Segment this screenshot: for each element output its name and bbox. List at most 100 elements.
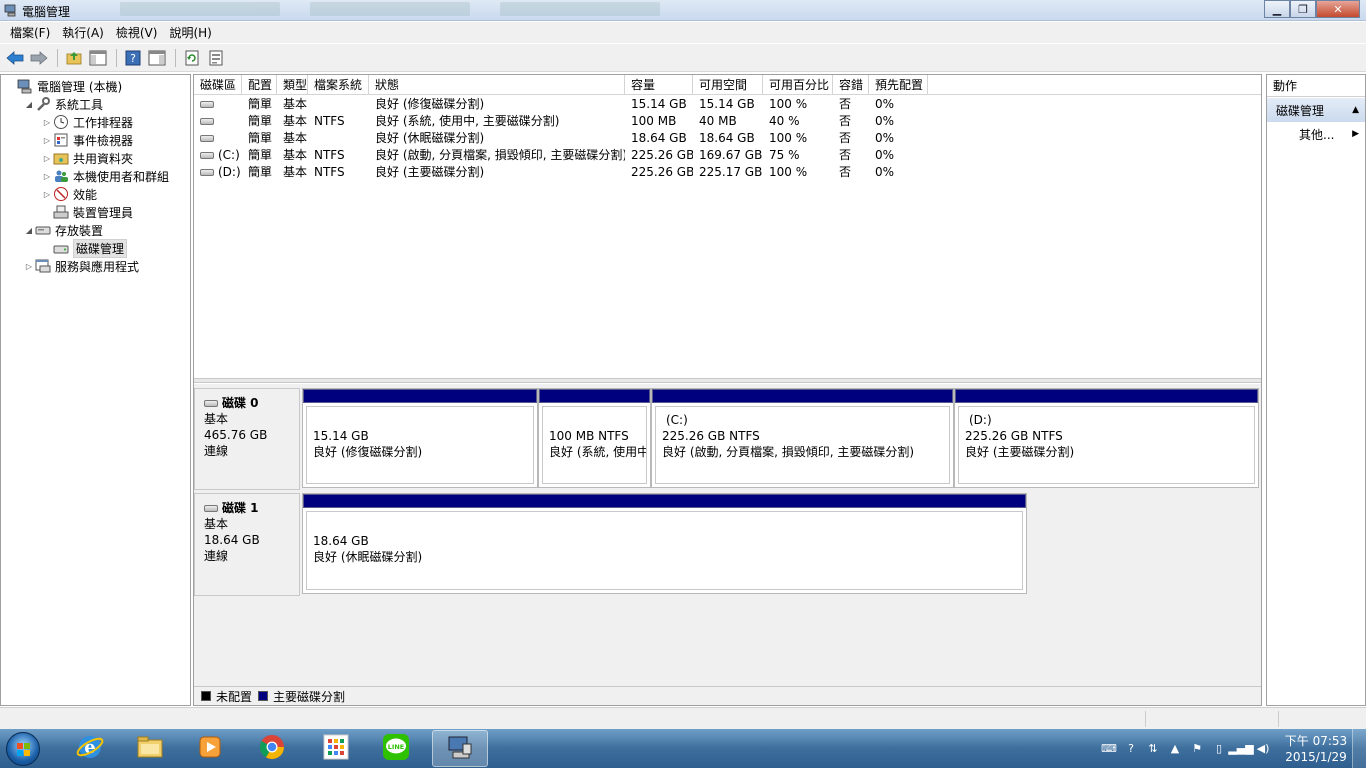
collapsed-arrow-icon[interactable]: ▷ <box>41 172 53 181</box>
volume-row[interactable]: (D:) 簡單 基本 NTFS 良好 (主要磁碟分割) 225.26 GB 225.17 G… <box>194 163 1261 180</box>
legend-swatch <box>201 691 211 701</box>
disk-management-pane: 磁碟區 配置 類型 檔案系統 狀態 容量 可用空間 可用百分比 容錯 預先配置 簡單 基本 良好 (修… <box>193 74 1262 706</box>
column-header[interactable]: 容量 <box>625 75 693 94</box>
expanded-arrow-icon[interactable]: ◢ <box>23 100 35 109</box>
tree-item[interactable]: ▷ 效能 <box>1 185 190 203</box>
tree-item[interactable]: 磁碟管理 <box>1 238 190 258</box>
clock[interactable]: 下午 07:53 2015/1/29 <box>1280 733 1352 765</box>
back-button[interactable] <box>4 47 26 69</box>
show-hide-console-tree-button[interactable] <box>87 47 109 69</box>
tree-item[interactable]: ◢ 系統工具 <box>1 95 190 113</box>
column-header[interactable]: 檔案系統 <box>308 75 369 94</box>
disk-name: 磁碟 1 <box>204 500 299 516</box>
column-header[interactable]: 容錯 <box>833 75 869 94</box>
tree-item[interactable]: ▷ 事件檢視器 <box>1 131 190 149</box>
partition-frame: 100 MB NTFS 良好 (系統, 使用中 <box>542 406 647 484</box>
tree-item[interactable]: ▷ 服務與應用程式 <box>1 257 190 275</box>
column-header[interactable]: 狀態 <box>369 75 625 94</box>
start-button[interactable] <box>6 732 40 766</box>
actions-section-label: 磁碟管理 <box>1276 103 1325 118</box>
collapsed-arrow-icon[interactable]: ▷ <box>41 154 53 163</box>
partition-block[interactable]: 100 MB NTFS 良好 (系統, 使用中 <box>538 388 651 488</box>
taskbar-app-button[interactable] <box>432 730 488 767</box>
show-desktop-button[interactable] <box>1352 729 1366 768</box>
volume-cell: 否 <box>839 165 852 179</box>
expanded-arrow-icon[interactable]: ◢ <box>23 226 35 235</box>
column-header[interactable]: 磁碟區 <box>194 75 242 94</box>
disk-label[interactable]: 磁碟 1 基本 18.64 GB 連線 <box>194 493 300 596</box>
help-tray-icon[interactable]: ? <box>1122 740 1140 758</box>
volume-icon[interactable]: ◀) <box>1254 740 1272 758</box>
volume-row[interactable]: 簡單 基本 良好 (休眠磁碟分割) 18.64 GB 18.64 GB 100 % 否 0% <box>194 129 1261 146</box>
up-level-button[interactable] <box>63 47 85 69</box>
show-hidden-icons-icon[interactable]: ▲ <box>1166 740 1184 758</box>
pane-splitter[interactable] <box>194 378 1261 383</box>
partition-frame: (C:) 225.26 GB NTFS 良好 (啟動, 分頁檔案, 損毀傾印, 主要… <box>655 406 950 484</box>
status-bar <box>0 707 1366 729</box>
partition-block[interactable]: (C:) 225.26 GB NTFS 良好 (啟動, 分頁檔案, 損毀傾印, 主要… <box>651 388 954 488</box>
partition-info: 18.64 GB 良好 (休眠磁碟分割) <box>307 512 1022 565</box>
tree-item-label: 磁碟管理 <box>73 238 128 258</box>
volume-row[interactable]: 簡單 基本 良好 (修復磁碟分割) 15.14 GB 15.14 GB 100 % 否 0% <box>194 95 1261 112</box>
tree-item[interactable]: 電腦管理 (本機) <box>1 77 190 95</box>
collapsed-arrow-icon[interactable]: ▷ <box>41 118 53 127</box>
menu-help[interactable]: 說明(H) <box>163 24 217 41</box>
tree-item[interactable]: ▷ 共用資料夾 <box>1 149 190 167</box>
volume-cell: (C:) <box>194 148 242 162</box>
partition-block[interactable]: 18.64 GB 良好 (休眠磁碟分割) <box>302 493 1027 594</box>
collapsed-arrow-icon[interactable]: ▷ <box>41 190 53 199</box>
menu-action[interactable]: 執行(A) <box>56 24 110 41</box>
taskbar-app-button[interactable]: e <box>62 730 118 767</box>
taskbar-app-button[interactable]: LINE <box>368 730 424 767</box>
tree-item[interactable]: ▷ 工作排程器 <box>1 113 190 131</box>
taskbar-app-button[interactable] <box>122 730 178 767</box>
collapsed-arrow-icon[interactable]: ▷ <box>23 262 35 271</box>
disk-row: 磁碟 1 基本 18.64 GB 連線 18.64 GB 良好 (休眠磁碟分割) <box>194 493 1261 596</box>
computer-management-icon <box>17 78 33 94</box>
refresh-button[interactable] <box>181 47 203 69</box>
help-button[interactable]: ? <box>122 47 144 69</box>
volume-cell: 良好 (休眠磁碟分割) <box>375 131 485 145</box>
maximize-button[interactable]: ❐ <box>1290 0 1316 18</box>
action-center-flag-icon[interactable]: ⚑ <box>1188 740 1206 758</box>
forward-button[interactable] <box>28 47 50 69</box>
partition-frame: 18.64 GB 良好 (休眠磁碟分割) <box>306 511 1023 590</box>
column-header[interactable]: 預先配置 <box>869 75 928 94</box>
show-hide-action-pane-button[interactable] <box>146 47 168 69</box>
language-bar-icon[interactable]: ⇅ <box>1144 740 1162 758</box>
volume-cell: NTFS <box>314 147 345 162</box>
taskbar-app-button[interactable] <box>182 730 238 767</box>
partition-size: 225.26 GB NTFS <box>965 429 1063 443</box>
partition-block[interactable]: (D:) 225.26 GB NTFS 良好 (主要磁碟分割) <box>954 388 1259 488</box>
volume-row[interactable]: (C:) 簡單 基本 NTFS 良好 (啟動, 分頁檔案, 損毀傾印, 主要磁碟分割) 2… <box>194 146 1261 163</box>
disk-label[interactable]: 磁碟 0 基本 465.76 GB 連線 <box>194 388 300 490</box>
column-header[interactable]: 可用百分比 <box>763 75 833 94</box>
power-plug-icon[interactable]: ▯ <box>1210 740 1228 758</box>
menu-file[interactable]: 檔案(F) <box>4 24 56 41</box>
close-button[interactable]: ✕ <box>1316 0 1360 18</box>
tree-item[interactable]: ▷ 本機使用者和群組 <box>1 167 190 185</box>
volume-row[interactable]: 簡單 基本 NTFS 良好 (系統, 使用中, 主要磁碟分割) 100 MB 40 MB 4… <box>194 112 1261 129</box>
tree-item-label: 服務與應用程式 <box>55 259 140 274</box>
network-signal-icon[interactable]: ▂▄▆ <box>1228 740 1253 758</box>
actions-section-disk-management[interactable]: 磁碟管理 ▲ <box>1267 98 1365 122</box>
properties-button[interactable] <box>205 47 227 69</box>
actions-more[interactable]: 其他... ▶ <box>1267 122 1365 146</box>
partition-block[interactable]: 15.14 GB 良好 (修復磁碟分割) <box>302 388 538 488</box>
keyboard-icon[interactable]: ⌨ <box>1100 740 1118 758</box>
partition-size: 225.26 GB NTFS <box>662 429 760 443</box>
tree-item[interactable]: 裝置管理員 <box>1 203 190 221</box>
column-header[interactable]: 可用空間 <box>693 75 763 94</box>
column-header[interactable]: 配置 <box>242 75 277 94</box>
partition-label: (D:) <box>969 413 992 427</box>
volume-cell: 18.64 GB <box>699 130 755 145</box>
volume-cell: 0% <box>875 147 895 162</box>
collapsed-arrow-icon[interactable]: ▷ <box>41 136 53 145</box>
column-header[interactable]: 類型 <box>277 75 308 94</box>
taskbar-app-button[interactable] <box>244 730 300 767</box>
tree-item[interactable]: ◢ 存放裝置 <box>1 221 190 239</box>
drive-icon <box>200 134 214 142</box>
taskbar-app-button[interactable] <box>308 730 364 767</box>
minimize-button[interactable]: ▁ <box>1264 0 1290 18</box>
menu-view[interactable]: 檢視(V) <box>110 24 164 41</box>
